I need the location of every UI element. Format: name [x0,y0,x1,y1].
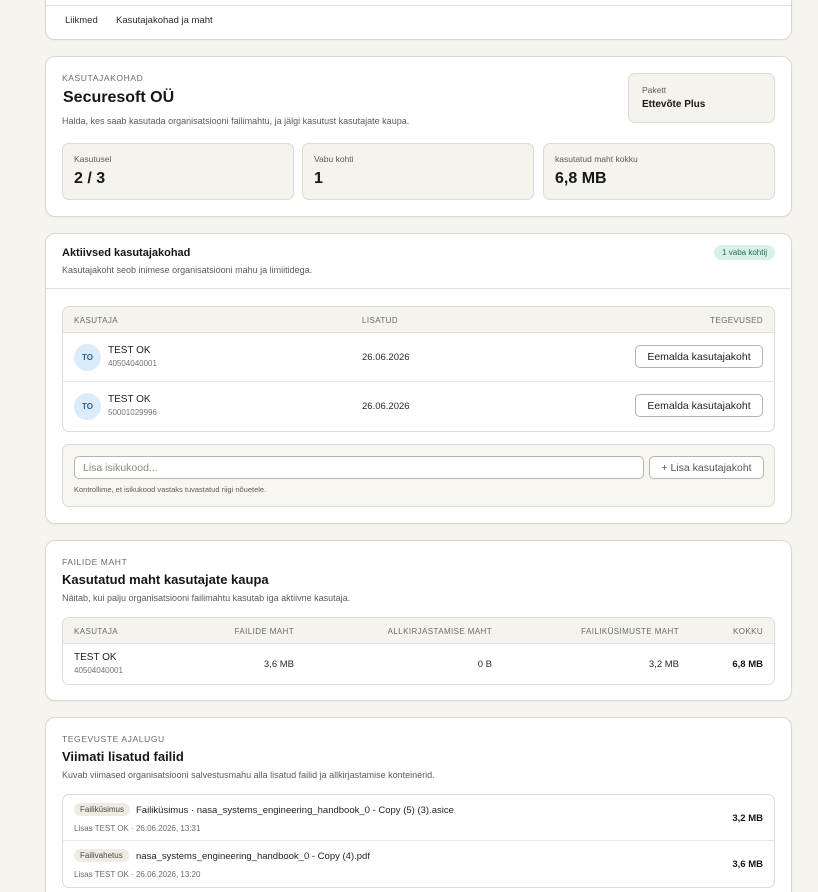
activity-title: Viimati lisatud failid [62,749,184,764]
stat-in-use: Kasutusel 2 / 3 [62,143,294,200]
column-user: KASUTAJA [74,316,118,325]
stat-label: Kasutusel [74,154,112,164]
total-size-value: 6,8 MB [732,659,763,670]
list-item[interactable]: Failivahetus nasa_systems_engineering_ha… [63,841,774,887]
column-request-size: FAILIKÜSIMUSTE MAHT [581,627,679,636]
active-seats-description: Kasutajakoht seob inimese organisatsioon… [62,265,313,275]
added-date: 26.06.2026 [362,401,410,412]
table-header: KASUTAJA LISATUD TEGEVUSED [63,307,774,333]
file-type-tag: Failiküsimus [74,803,131,816]
stat-value: 6,8 MB [555,170,607,187]
add-seat-button[interactable]: + Lisa kasutajakoht [649,456,764,479]
add-seat-box: + Lisa kasutajakoht Kontrollime, et isik… [62,444,775,507]
seats-eyebrow: KASUTAJAKOHAD [62,73,144,83]
personal-code-hint: Kontrollime, et isikukood vastaks tuvast… [74,485,267,494]
package-label: Pakett [642,85,667,95]
storage-title: Kasutatud maht kasutajate kaupa [62,572,269,587]
remove-seat-button[interactable]: Eemalda kasutajakoht [635,345,763,368]
column-user: KASUTAJA [74,627,118,636]
storage-eyebrow: FAILIDE MAHT [62,557,128,567]
list-item[interactable]: Failiküsimus Failiküsimus · nasa_systems… [63,795,774,841]
file-size-value: 3,6 MB [263,659,294,670]
column-total: KOKKU [732,627,763,636]
seats-description: Halda, kes saab kasutada organisatsiooni… [62,116,410,126]
stat-total-used: kasutatud maht kokku 6,8 MB [543,143,775,200]
stat-label: kasutatud maht kokku [555,154,638,164]
active-seats-title: Aktiivsed kasutajakohad [62,247,191,259]
stat-label: Vabu kohti [314,154,354,164]
package-box: Pakett Ettevõte Plus [628,73,775,123]
file-name: nasa_systems_engineering_handbook_0 - Co… [136,851,370,862]
avatar: TO [74,393,101,420]
storage-usage-card: FAILIDE MAHT Kasutatud maht kasutajate k… [45,540,792,701]
stat-free-seats: Vabu kohti 1 [302,143,534,200]
user-id: 40504040001 [74,666,123,675]
tabs-divider [46,5,791,6]
section-divider [46,288,791,289]
activity-eyebrow: TEGEVUSTE AJALUGU [62,734,165,744]
active-seats-card: Aktiivsed kasutajakohad Kasutajakoht seo… [45,233,792,524]
table-row: TEST OK 40504040001 3,6 MB 0 B 3,2 MB 6,… [63,644,774,684]
table-header: KASUTAJA FAILIDE MAHT ALLKIRJASTAMISE MA… [63,618,774,644]
free-seat-badge: 1 vaba kohtĳ [714,245,775,260]
user-id: 40504040001 [108,359,157,368]
stat-value: 1 [314,170,323,187]
table-row: TO TEST OK 40504040001 26.06.2026 Eemald… [63,333,774,382]
tab-seats-storage[interactable]: Kasutajakohad ja maht [116,15,213,26]
column-actions: TEGEVUSED [710,316,763,325]
file-type-tag: Failivahetus [74,849,129,862]
package-value: Ettevõte Plus [642,99,706,110]
file-name: Failiküsimus · nasa_systems_engineering_… [136,805,454,816]
user-name: TEST OK [108,345,151,356]
seats-overview-card: KASUTAJAKOHAD Securesoft OÜ Halda, kes s… [45,56,792,217]
active-seats-table: KASUTAJA LISATUD TEGEVUSED TO TEST OK 40… [62,306,775,432]
tab-liikmed[interactable]: Liikmed [65,15,98,26]
storage-description: Näitab, kui palju organisatsiooni failim… [62,593,351,603]
stat-value: 2 / 3 [74,170,106,187]
added-date: 26.06.2026 [362,352,410,363]
recent-files-list: Failiküsimus Failiküsimus · nasa_systems… [62,794,775,888]
file-meta: Lisas TEST OK · 26.06.2026, 13:31 [74,824,201,833]
request-size-value: 3,2 MB [648,659,679,670]
column-added: LISATUD [362,316,398,325]
signing-size-value: 0 B [477,659,492,670]
table-row: TO TEST OK 50001029996 26.06.2026 Eemald… [63,382,774,431]
user-id: 50001029996 [108,408,157,417]
organization-title: Securesoft OÜ [63,89,175,106]
file-size: 3,6 MB [732,859,763,870]
avatar: TO [74,344,101,371]
remove-seat-button[interactable]: Eemalda kasutajakoht [635,394,763,417]
activity-history-card: TEGEVUSTE AJALUGU Viimati lisatud failid… [45,717,792,892]
column-file-size: FAILIDE MAHT [234,627,294,636]
user-name: TEST OK [74,652,117,663]
storage-table: KASUTAJA FAILIDE MAHT ALLKIRJASTAMISE MA… [62,617,775,685]
activity-description: Kuvab viimased organisatsiooni salvestus… [62,770,435,780]
column-signing-size: ALLKIRJASTAMISE MAHT [387,627,492,636]
tabs-card: Liikmed Kasutajakohad ja maht [45,0,792,40]
file-size: 3,2 MB [732,813,763,824]
user-name: TEST OK [108,394,151,405]
personal-code-input[interactable] [74,456,644,479]
file-meta: Lisas TEST OK · 26.06.2026, 13:20 [74,870,201,879]
